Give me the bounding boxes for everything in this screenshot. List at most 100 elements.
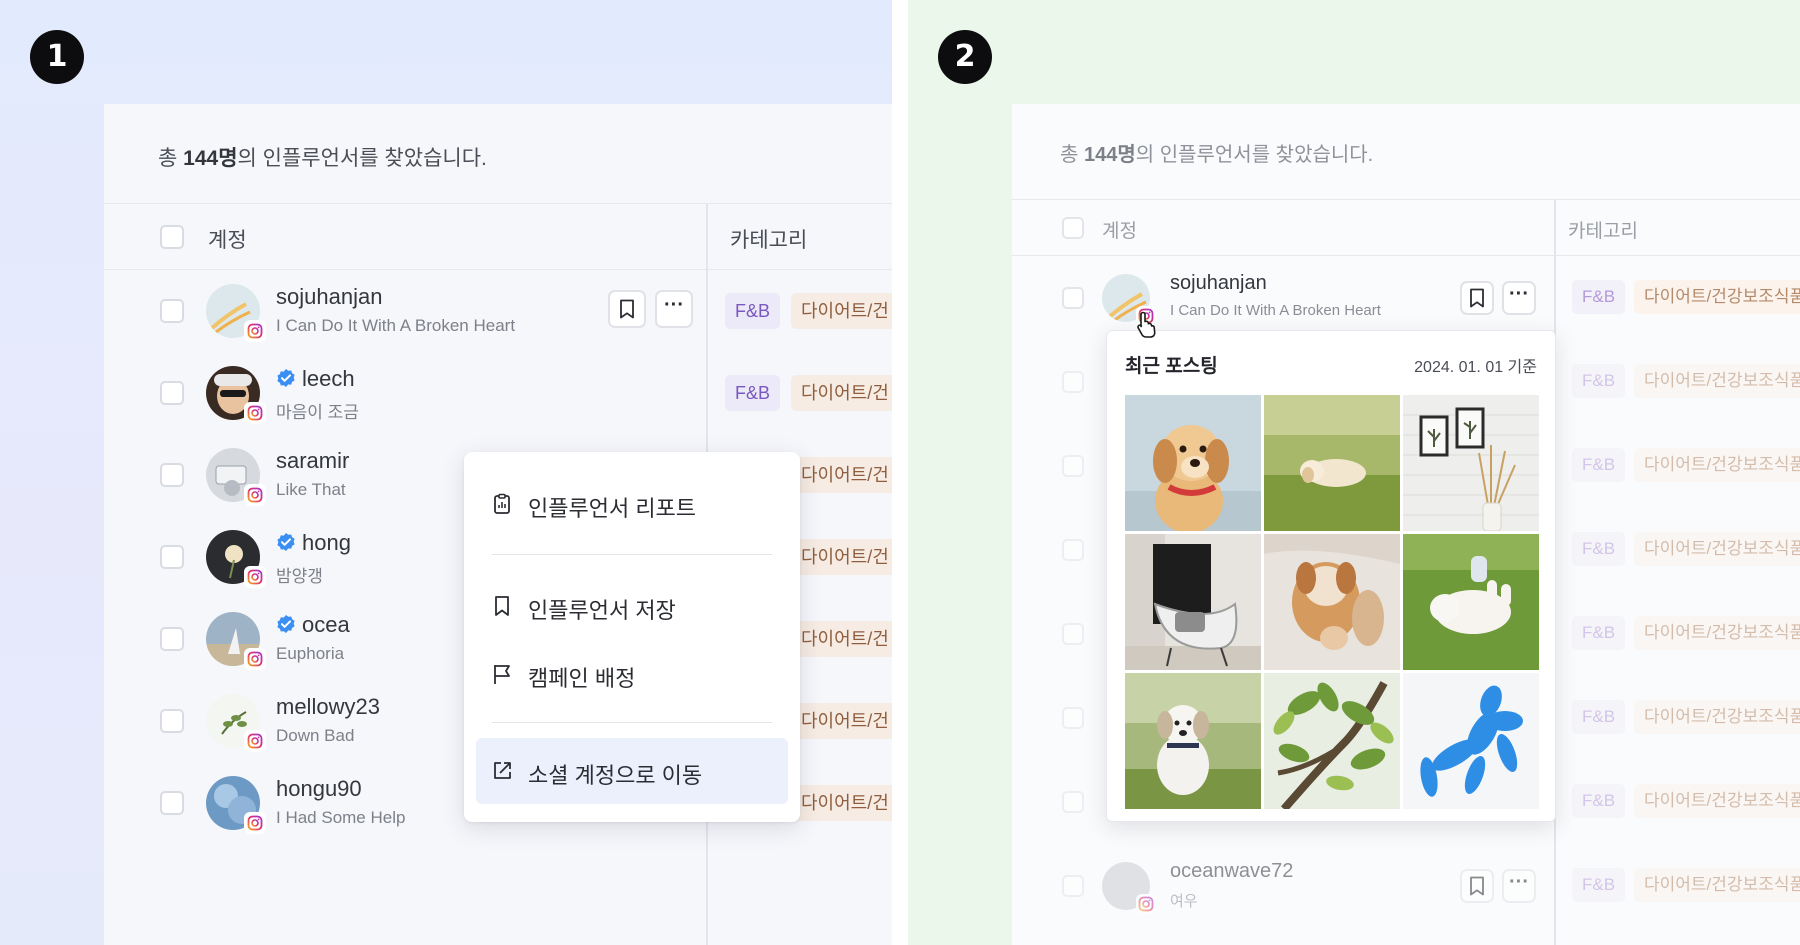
account-name[interactable]: hongu90 xyxy=(276,776,362,802)
instagram-icon xyxy=(247,405,263,421)
post-thumbnail[interactable] xyxy=(1264,395,1400,531)
row-checkbox[interactable] xyxy=(1062,287,1084,309)
category-tag: F&B xyxy=(1572,616,1626,650)
account-bio: I Can Do It With A Broken Heart xyxy=(1170,302,1381,319)
step-2-panel: 2 총 144명의 인플루언서를 찾았습니다. 계정 카테고리 sojuhanj… xyxy=(908,0,1800,945)
table-row[interactable]: sojuhanjan I Can Do It With A Broken Hear… xyxy=(104,270,892,352)
bookmark-button[interactable] xyxy=(608,290,646,328)
instagram-icon xyxy=(247,569,263,585)
row-checkbox[interactable] xyxy=(1062,455,1084,477)
avatar[interactable] xyxy=(206,284,266,342)
category-tag: F&B xyxy=(725,293,781,329)
table-row[interactable]: leech 마음이 조금 F&B 다이어트/건 xyxy=(104,352,892,434)
post-thumbnail[interactable] xyxy=(1125,673,1261,809)
select-all-checkbox[interactable] xyxy=(160,225,184,249)
instagram-icon xyxy=(247,487,263,503)
row-checkbox[interactable] xyxy=(160,791,184,815)
menu-item-assign-campaign[interactable]: 캠페인 배정 xyxy=(476,646,788,702)
step-badge: 2 xyxy=(938,30,992,84)
row-checkbox[interactable] xyxy=(1062,539,1084,561)
blue-balloon-dog-photo xyxy=(1403,673,1539,809)
avatar[interactable] xyxy=(206,694,266,752)
account-bio: 마음이 조금 xyxy=(276,403,359,422)
row-checkbox[interactable] xyxy=(1062,707,1084,729)
menu-item-save-influencer[interactable]: 인플루언서 저장 xyxy=(476,578,788,634)
category-tag: 다이어트/건강보조식품 xyxy=(1634,448,1800,482)
avatar[interactable] xyxy=(206,530,266,588)
flag-icon xyxy=(494,665,510,684)
table-row[interactable]: oceanwave72 여우 ··· F&B 다이어트/건강보조식품 xyxy=(1012,844,1800,928)
verified-badge-icon xyxy=(277,615,295,633)
row-checkbox[interactable] xyxy=(160,627,184,651)
category-tag: 다이어트/건강보조식품 xyxy=(1634,784,1800,818)
account-bio: 밤양갱 xyxy=(276,567,323,586)
more-button[interactable]: ··· xyxy=(1502,281,1536,315)
account-name[interactable]: hong xyxy=(276,530,351,556)
table-header: 계정 카테고리 xyxy=(1012,200,1800,256)
post-thumbnail[interactable] xyxy=(1125,395,1261,531)
menu-item-label: 소셜 계정으로 이동 xyxy=(528,763,703,788)
post-thumbnail[interactable] xyxy=(1264,673,1400,809)
post-thumbnail[interactable] xyxy=(1403,534,1539,670)
row-checkbox[interactable] xyxy=(160,709,184,733)
category-tag: F&B xyxy=(1572,868,1626,902)
menu-item-label: 인플루언서 리포트 xyxy=(528,496,697,521)
row-checkbox[interactable] xyxy=(1062,623,1084,645)
category-tag: 다이어트/건 xyxy=(791,457,892,493)
row-checkbox[interactable] xyxy=(160,463,184,487)
influencer-table-card: 총 144명의 인플루언서를 찾았습니다. 계정 카테고리 sojuhanjan… xyxy=(104,104,892,945)
row-checkbox[interactable] xyxy=(1062,371,1084,393)
bookmark-icon xyxy=(1470,876,1484,896)
bookmark-button[interactable] xyxy=(1460,869,1494,903)
account-bio: Like That xyxy=(276,480,346,499)
row-checkbox[interactable] xyxy=(160,381,184,405)
category-tag: 다이어트/건강보조식품 xyxy=(1634,700,1800,734)
account-name[interactable]: leech xyxy=(276,366,355,392)
account-bio: I Had Some Help xyxy=(276,808,406,827)
account-bio: Euphoria xyxy=(276,644,345,663)
row-checkbox[interactable] xyxy=(1062,791,1084,813)
more-button[interactable]: ··· xyxy=(655,290,693,328)
menu-item-influencer-report[interactable]: 인플루언서 리포트 xyxy=(476,476,788,532)
more-dots-icon: ··· xyxy=(1509,283,1529,305)
category-tag: 다이어트/건강보조식품 xyxy=(1634,280,1800,314)
bookmark-button[interactable] xyxy=(1460,281,1494,315)
instagram-icon xyxy=(247,733,263,749)
instagram-icon xyxy=(1138,896,1154,912)
post-thumbnail[interactable] xyxy=(1264,534,1400,670)
more-button[interactable]: ··· xyxy=(1502,869,1536,903)
post-thumbnail[interactable] xyxy=(1125,534,1261,670)
table-row[interactable]: sojuhanjan I Can Do It With A Broken Hear… xyxy=(1012,256,1800,340)
account-name[interactable]: sojuhanjan xyxy=(1170,272,1267,295)
avatar[interactable] xyxy=(1102,862,1156,914)
verified-badge-icon xyxy=(277,533,295,551)
avatar[interactable] xyxy=(206,448,266,506)
row-checkbox[interactable] xyxy=(1062,875,1084,897)
category-tag: F&B xyxy=(725,375,781,411)
menu-item-go-to-social[interactable]: 소셜 계정으로 이동 xyxy=(476,738,788,804)
post-thumbnail[interactable] xyxy=(1403,673,1539,809)
category-tag: 다이어트/건 xyxy=(791,621,892,657)
avatar[interactable] xyxy=(206,366,266,424)
select-all-checkbox[interactable] xyxy=(1062,217,1084,239)
bookmark-icon xyxy=(495,596,509,616)
row-checkbox[interactable] xyxy=(160,299,184,323)
menu-divider xyxy=(492,554,772,555)
result-count-text: 총 144명의 인플루언서를 찾았습니다. xyxy=(1060,144,1374,166)
row-checkbox[interactable] xyxy=(160,545,184,569)
post-thumbnail[interactable] xyxy=(1403,395,1539,531)
category-tag: 다이어트/건 xyxy=(791,375,892,411)
avatar[interactable] xyxy=(206,612,266,670)
clipboard-icon xyxy=(494,493,510,514)
account-name[interactable]: oceanwave72 xyxy=(1170,860,1293,883)
account-name[interactable]: sojuhanjan xyxy=(276,284,382,310)
category-tag: F&B xyxy=(1572,700,1626,734)
tree-branch-leaves-photo xyxy=(1264,673,1400,809)
account-name[interactable]: mellowy23 xyxy=(276,694,380,720)
account-name[interactable]: saramir xyxy=(276,448,349,474)
account-name[interactable]: ocea xyxy=(276,612,350,638)
category-tag: 다이어트/건 xyxy=(791,293,892,329)
avatar[interactable] xyxy=(206,776,266,834)
category-tag: 다이어트/건 xyxy=(791,785,892,821)
account-bio: I Can Do It With A Broken Heart xyxy=(276,316,516,335)
